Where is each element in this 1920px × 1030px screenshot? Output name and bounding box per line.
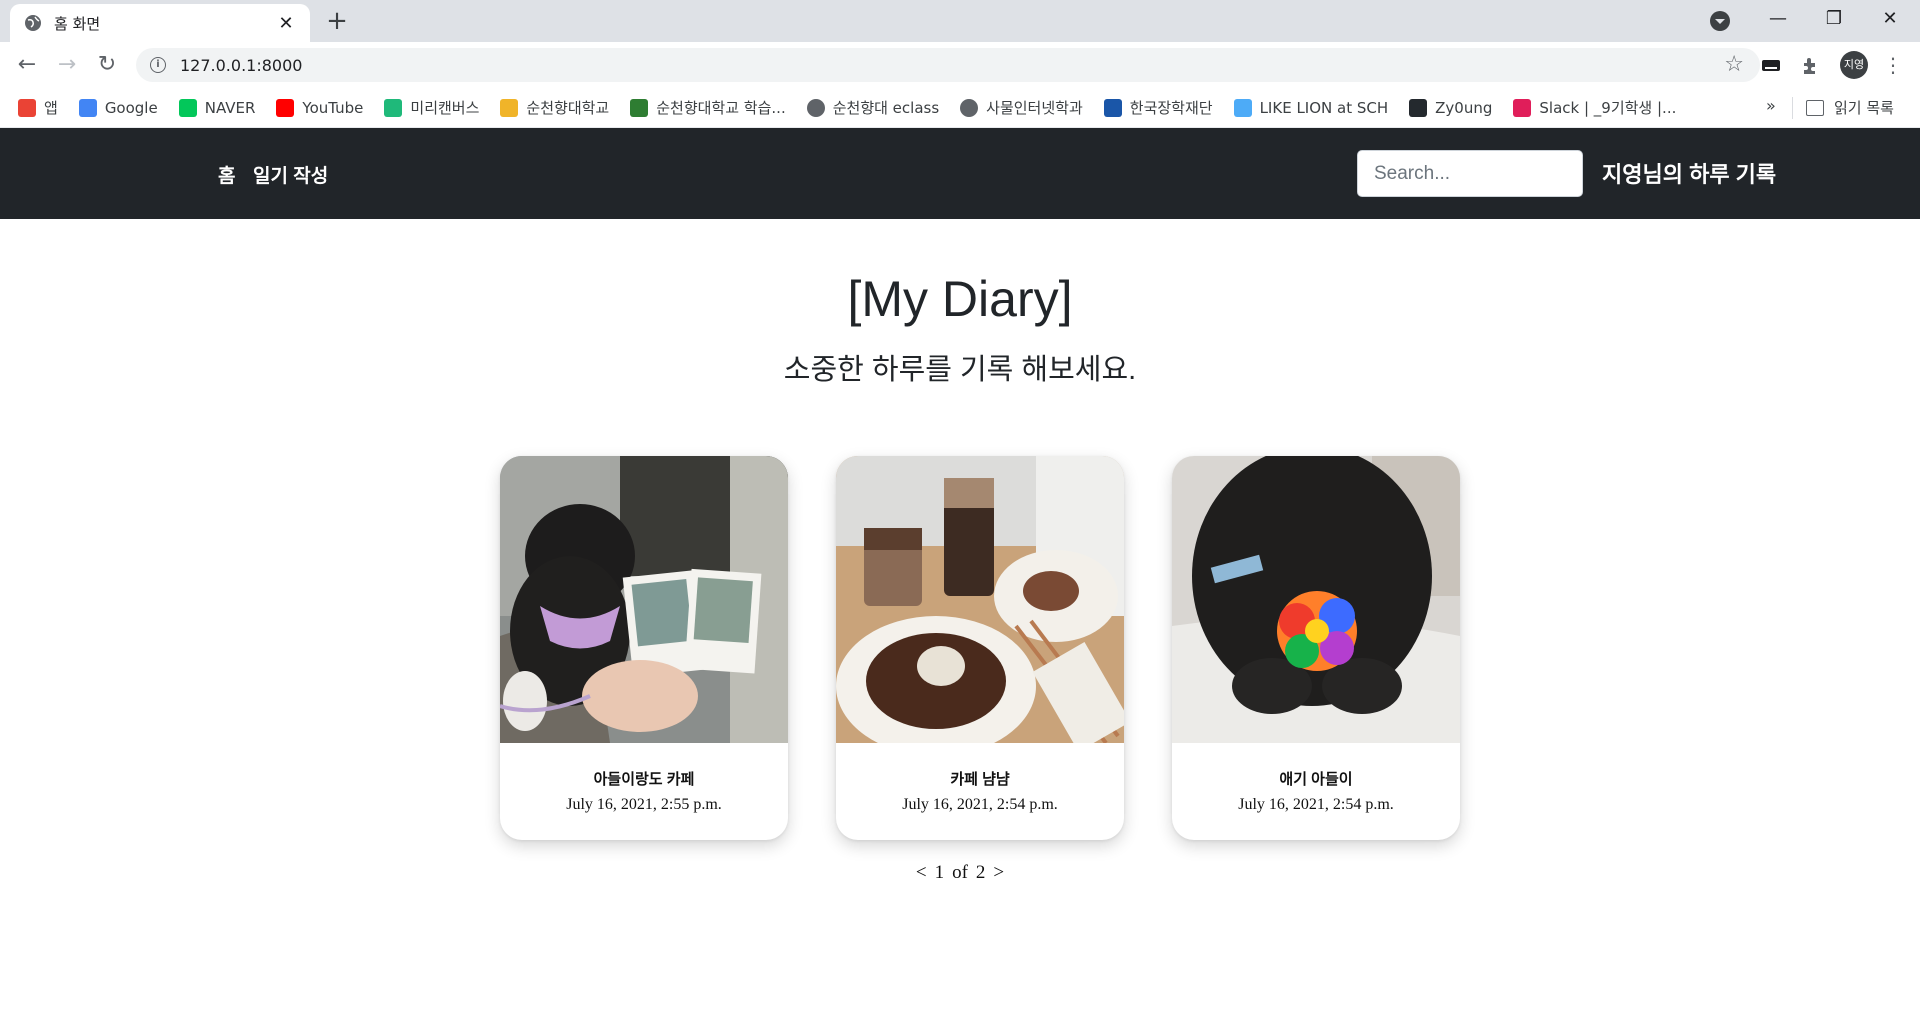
extensions-icon[interactable]: [1800, 54, 1822, 76]
bookmark-label: 한국장학재단: [1129, 99, 1213, 117]
bookmarks-divider: [1792, 97, 1793, 119]
bookmark-label: Google: [104, 98, 158, 117]
bookmark-label: YouTube: [302, 98, 364, 117]
diary-card[interactable]: 아들이랑도 카페 July 16, 2021, 2:55 p.m.: [500, 456, 788, 840]
globe-icon: [25, 15, 41, 31]
google-icon: [78, 98, 97, 117]
search-input[interactable]: [1357, 150, 1583, 197]
apps-grid-icon: [18, 98, 36, 117]
page-title: [My Diary]: [847, 271, 1073, 327]
bookmark-label: NAVER: [204, 98, 256, 117]
youtube-icon: [276, 98, 295, 117]
next-page-link[interactable]: >: [993, 862, 1004, 883]
address-bar[interactable]: i 127.0.0.1:8000 ☆: [136, 48, 1760, 82]
url-text: 127.0.0.1:8000: [180, 55, 303, 75]
card-title: 카페 냠냠: [950, 771, 1010, 788]
window-close-icon[interactable]: ✕: [1868, 4, 1912, 34]
total-pages: 2: [975, 862, 986, 883]
miricanvas-icon: [384, 98, 403, 117]
bookmark-label: 미리캔버스: [410, 99, 480, 117]
nav-write-link[interactable]: 일기 작성: [253, 161, 328, 188]
site-info-icon[interactable]: i: [150, 57, 166, 73]
bookmark-item[interactable]: 앱: [18, 97, 58, 118]
diary-card[interactable]: 카페 냠냠 July 16, 2021, 2:54 p.m.: [836, 456, 1124, 840]
menu-kebab-icon[interactable]: ⋮: [1882, 54, 1904, 76]
bookmark-item[interactable]: Slack | _9기학생 |...: [1513, 97, 1676, 118]
prev-page-link[interactable]: <: [916, 862, 927, 883]
back-icon[interactable]: ←: [12, 50, 42, 80]
bookmark-label: 순천향대학교 학습...: [656, 99, 786, 117]
tab-strip: 홈 화면 ✕ + — ❐ ✕: [0, 0, 1920, 42]
diary-card[interactable]: 애기 아들이 July 16, 2021, 2:54 p.m.: [1172, 456, 1460, 840]
naver-icon: [178, 98, 197, 117]
github-icon: [1409, 98, 1428, 117]
bookmark-label: 순천향대 eclass: [832, 99, 940, 117]
bookmark-item[interactable]: 순천향대 eclass: [806, 97, 940, 118]
site-brand[interactable]: 지영님의 하루 기록: [1602, 157, 1776, 189]
current-page: 1: [934, 862, 945, 883]
bookmark-item[interactable]: Zy0ung: [1409, 98, 1493, 117]
keyboard-icon[interactable]: [1760, 54, 1782, 76]
tab-title: 홈 화면: [54, 14, 101, 33]
card-title: 애기 아들이: [1279, 771, 1353, 788]
bookmark-label: 순천향대학교: [526, 99, 610, 117]
bookmark-item[interactable]: YouTube: [276, 98, 364, 117]
sch-learning-icon: [630, 98, 649, 117]
tab-search-icon[interactable]: [1710, 11, 1730, 31]
restore-icon[interactable]: ❐: [1812, 4, 1856, 34]
diary-photo-cafe-desserts: [836, 456, 1124, 743]
scholarship-icon: [1103, 98, 1122, 117]
card-date: July 16, 2021, 2:54 p.m.: [1238, 796, 1394, 813]
reading-list-icon: [1806, 99, 1824, 116]
more-bookmarks-icon[interactable]: »: [1766, 96, 1776, 115]
card-date: July 16, 2021, 2:54 p.m.: [902, 796, 1058, 813]
reading-list-button[interactable]: 읽기 목록: [1792, 97, 1894, 119]
bookmark-item[interactable]: 순천향대학교 학습...: [630, 97, 786, 118]
bookmark-label: 앱: [44, 99, 58, 117]
browser-toolbar: ← → ↻ i 127.0.0.1:8000 ☆ 지영 ⋮: [0, 42, 1920, 88]
reload-icon[interactable]: ↻: [92, 50, 122, 80]
new-tab-button[interactable]: +: [322, 6, 352, 36]
pagination: <1 of 2 >: [0, 862, 1920, 884]
browser-tab[interactable]: 홈 화면 ✕: [10, 4, 310, 42]
card-title: 아들이랑도 카페: [593, 771, 695, 788]
slack-icon: [1513, 98, 1532, 117]
reading-list-label: 읽기 목록: [1834, 99, 1894, 117]
forward-icon[interactable]: →: [52, 50, 82, 80]
sch-icon: [500, 98, 519, 117]
bookmark-label: Zy0ung: [1435, 98, 1493, 117]
bookmarks-bar: 앱 Google NAVER YouTube 미리캔버스 순천향대학교 순천향대학교 학습.…: [0, 88, 1920, 128]
bookmark-item[interactable]: LIKE LION at SCH: [1233, 98, 1389, 117]
diary-photo-puppy-with-toy: [1172, 456, 1460, 743]
page-of-label: of: [952, 862, 968, 883]
bookmark-label: LIKE LION at SCH: [1259, 98, 1389, 117]
diary-photo-puppy-with-photos: [500, 456, 788, 743]
minimize-icon[interactable]: —: [1756, 4, 1800, 34]
bookmark-star-icon[interactable]: ☆: [1724, 52, 1744, 77]
bookmark-item[interactable]: 미리캔버스: [384, 97, 479, 118]
bookmark-label: Slack | _9기학생 |...: [1539, 99, 1677, 117]
bookmark-item[interactable]: Google: [78, 98, 158, 117]
profile-avatar[interactable]: 지영: [1840, 51, 1868, 79]
globe-icon: [960, 98, 979, 117]
page-subtitle: 소중한 하루를 기록 해보세요.: [783, 354, 1137, 386]
bookmark-item[interactable]: NAVER: [178, 98, 256, 117]
bookmark-item[interactable]: 순천향대학교: [500, 97, 609, 118]
bookmark-item[interactable]: 사물인터넷학과: [960, 97, 1083, 118]
likelion-icon: [1233, 98, 1252, 117]
bookmark-item[interactable]: 한국장학재단: [1103, 97, 1213, 118]
globe-icon: [806, 98, 825, 117]
nav-home-link[interactable]: 홈: [218, 161, 235, 188]
card-date: July 16, 2021, 2:55 p.m.: [566, 796, 722, 813]
close-tab-icon[interactable]: ✕: [276, 13, 296, 34]
site-navbar: 홈 일기 작성 지영님의 하루 기록: [0, 128, 1920, 219]
bookmark-label: 사물인터넷학과: [986, 99, 1083, 117]
